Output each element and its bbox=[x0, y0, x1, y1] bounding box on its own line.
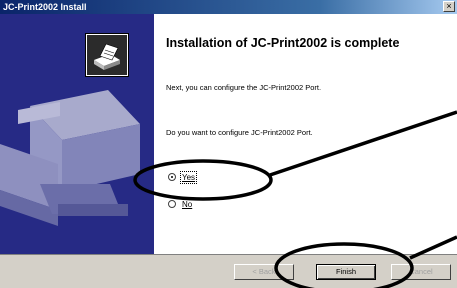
question-text: Do you want to configure JC-Print2002 Po… bbox=[166, 128, 313, 137]
info-text: Next, you can configure the JC-Print2002… bbox=[166, 83, 322, 92]
back-button[interactable]: < Back bbox=[234, 264, 294, 280]
printer-illustration-icon bbox=[0, 90, 140, 226]
radio-no[interactable] bbox=[168, 200, 176, 208]
radio-label-no[interactable]: No bbox=[182, 200, 192, 209]
wizard-content: Installation of JC-Print2002 is complete… bbox=[0, 14, 457, 254]
wizard-sidebar bbox=[0, 14, 154, 254]
installer-window: JC-Print2002 Install × Installation of J… bbox=[0, 0, 457, 288]
radio-option-no[interactable]: No bbox=[168, 198, 192, 210]
title-bar[interactable]: JC-Print2002 Install × bbox=[0, 0, 457, 14]
button-bar: < Back Finish Cancel bbox=[0, 254, 457, 288]
radio-option-yes[interactable]: Yes bbox=[168, 170, 198, 184]
window-title: JC-Print2002 Install bbox=[3, 2, 87, 12]
radio-label-yes[interactable]: Yes bbox=[179, 170, 198, 184]
wizard-main: Installation of JC-Print2002 is complete… bbox=[154, 14, 457, 254]
cancel-button[interactable]: Cancel bbox=[391, 264, 451, 280]
installer-logo-icon bbox=[85, 33, 129, 77]
finish-button[interactable]: Finish bbox=[316, 264, 376, 280]
page-title: Installation of JC-Print2002 is complete bbox=[166, 36, 400, 50]
radio-yes[interactable] bbox=[168, 173, 176, 181]
close-icon[interactable]: × bbox=[443, 1, 455, 12]
